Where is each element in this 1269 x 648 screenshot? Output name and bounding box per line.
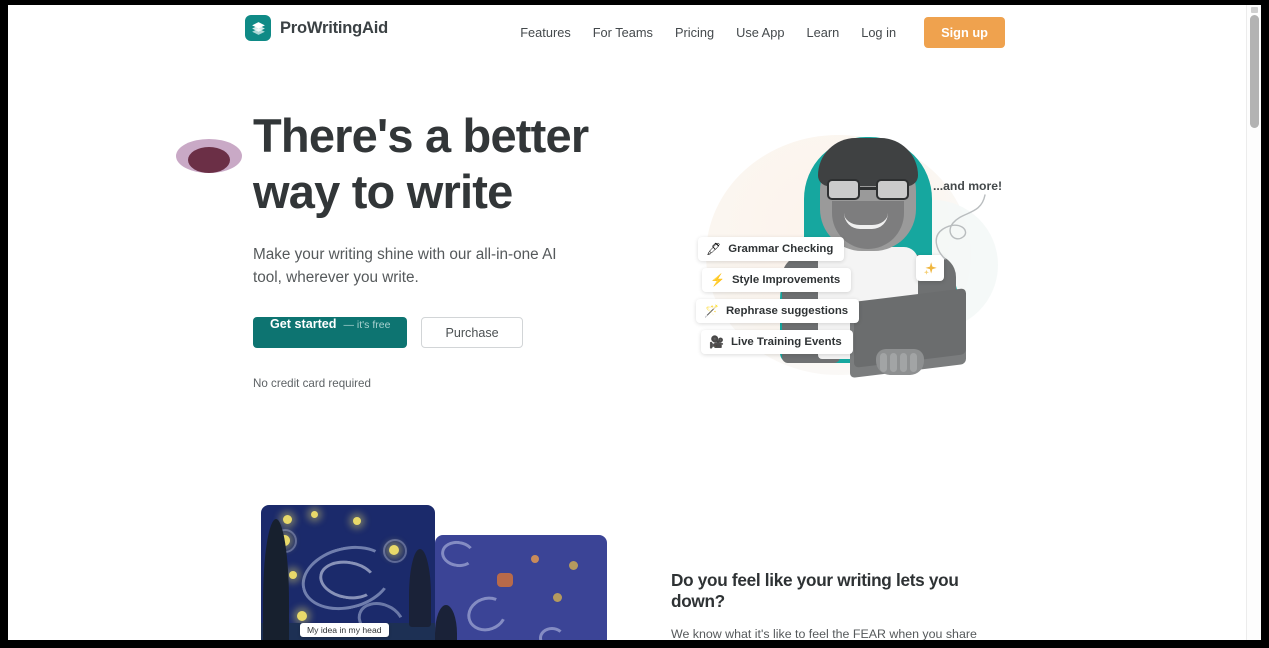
nav-link-features[interactable]: Features [509,19,582,47]
nav-link-log-in[interactable]: Log in [850,19,907,47]
star [289,571,297,579]
star-halo [383,539,407,563]
hero-text-block: There's a better way to write Make your … [253,108,643,390]
hero-title-line-2: way to write [253,165,513,218]
finger [890,353,897,372]
magic-wand-icon: 🪄 [704,304,719,318]
no-credit-card-note: No credit card required [253,377,371,390]
purchase-button[interactable]: Purchase [421,317,523,348]
hero-subtitle: Make your writing shine with our all-in-… [253,246,557,286]
image-caption-label: My idea in my head [300,623,389,637]
vertical-scrollbar[interactable] [1246,5,1261,640]
main-navigation: Features For Teams Pricing Use App Learn… [509,17,1005,48]
nav-link-use-app[interactable]: Use App [725,19,795,47]
stacked-pages-icon [245,15,271,41]
finger [900,353,907,372]
nav-link-pricing[interactable]: Pricing [664,19,725,47]
glasses-bridge [860,187,876,190]
star [569,561,578,570]
page-content: ProWritingAid Features For Teams Pricing… [8,5,1246,640]
feature-chip-grammar-checking: 🖋 Grammar Checking [698,237,845,261]
site-header: ProWritingAid Features For Teams Pricing… [8,5,1246,62]
glasses-lens-right [876,179,909,200]
feature-chip-style-improvements: ⚡ Style Improvements [702,268,852,292]
get-started-label: Get started [270,317,337,331]
star [553,593,562,602]
person-hand [876,349,924,375]
scrollbar-thumb[interactable] [1250,15,1259,128]
village-spire [409,549,431,627]
feature-chip-label: Live Training Events [730,336,842,348]
cypress-tree [435,605,457,640]
finger [910,353,917,372]
decorative-blob-inner [188,147,230,173]
page-title: There's a better way to write [253,108,643,220]
browser-frame: ProWritingAid Features For Teams Pricing… [0,0,1269,648]
feature-chip-label: Grammar Checking [728,243,834,255]
feature-chip-label: Rephrase suggestions [725,305,849,317]
page-viewport: ProWritingAid Features For Teams Pricing… [8,5,1261,640]
person-glasses [827,179,909,200]
star [311,511,318,518]
lightning-bolt-icon: ⚡ [710,273,725,287]
get-started-button[interactable]: Get started — it's free [253,317,408,348]
brand-logo[interactable]: ProWritingAid [245,15,388,41]
quill-pen-icon: 🖋 [706,242,722,256]
video-camera-icon: 🎥 [709,335,724,349]
hero-title-line-1: There's a better [253,109,589,162]
star [297,611,307,621]
sparkles-icon [916,255,944,281]
finger [880,353,887,372]
get-started-note: — it's free [343,319,391,331]
nav-link-for-teams[interactable]: For Teams [582,19,664,47]
brand-name: ProWritingAid [280,18,389,37]
starry-night-original-image: My idea in my head [261,505,435,640]
decorative-blob [176,139,242,173]
swirl [462,591,512,637]
hero-illustration: 🖋 Grammar Checking ⚡ Style Improvements … [668,105,1028,400]
feature-chip-rephrase-suggestions: 🪄 Rephrase suggestions [696,299,860,323]
star [497,573,513,587]
feature-chip-label: Style Improvements [731,274,841,286]
swirl [439,538,477,570]
scrollbar-up-arrow[interactable] [1251,7,1258,13]
section-heading: Do you feel like your writing lets you d… [671,570,959,611]
nav-link-learn[interactable]: Learn [795,19,850,47]
sign-up-button[interactable]: Sign up [924,17,1005,48]
glasses-lens-left [827,179,860,200]
star [531,555,539,563]
section-body-text: We know what it's like to feel the FEAR … [671,627,977,640]
lower-text-block: Do you feel like your writing lets you d… [671,570,1016,640]
feature-chip-live-training-events: 🎥 Live Training Events [701,330,853,354]
star [283,515,292,524]
hero-actions: Get started — it's free Purchase [253,317,643,348]
and-more-label: ...and more! [933,179,1003,193]
swirl [539,627,565,640]
star [353,517,361,525]
starry-night-simplified-image [435,535,607,640]
